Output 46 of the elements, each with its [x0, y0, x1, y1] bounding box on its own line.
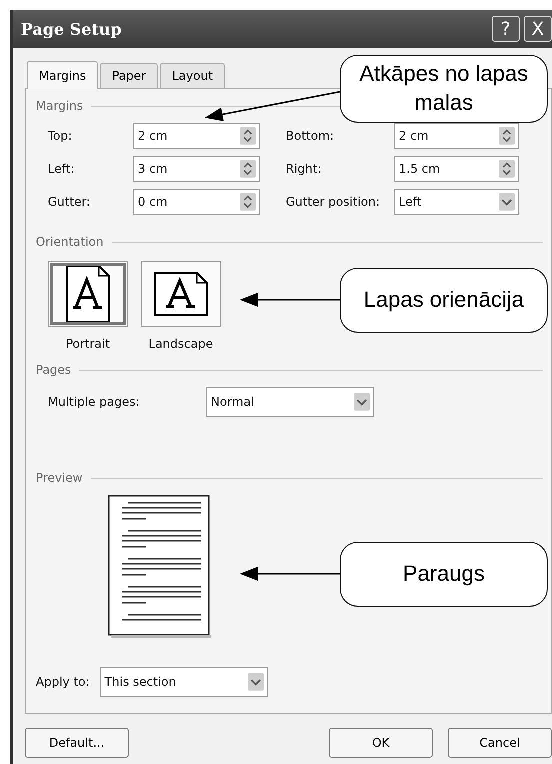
dropdown-caret-icon[interactable]: [354, 392, 370, 412]
spin-field[interactable]: 2 cm: [133, 123, 260, 149]
landscape-page-icon: [153, 271, 209, 317]
close-button[interactable]: X: [524, 16, 552, 42]
spin-field[interactable]: 2 cm: [394, 123, 519, 149]
section-heading: Pages: [36, 363, 72, 377]
spin-arrows-icon[interactable]: [240, 159, 256, 179]
dialog-button[interactable]: OK: [329, 728, 433, 758]
callout-text: Lapas orienācija: [364, 286, 524, 314]
callout-text: Paraugs: [403, 560, 485, 588]
dropdown[interactable]: This section: [100, 667, 268, 697]
section-heading: Margins: [36, 99, 84, 113]
window-title: Page Setup: [21, 20, 122, 38]
portrait-page-icon: [63, 264, 113, 324]
dropdown[interactable]: Left: [394, 189, 519, 215]
dropdown-caret-icon[interactable]: [499, 192, 515, 212]
spin-arrows-icon[interactable]: [499, 159, 515, 179]
field-label: Apply to:: [36, 675, 90, 689]
option-label: Landscape: [148, 337, 214, 351]
spin-field[interactable]: 3 cm: [133, 156, 260, 182]
section-heading: Preview: [36, 471, 83, 485]
spin-arrows-icon[interactable]: [240, 126, 256, 146]
field-label: Gutter position:: [286, 194, 382, 211]
portrait-option[interactable]: [48, 261, 128, 327]
spin-field[interactable]: 0 cm: [133, 189, 260, 215]
default-button[interactable]: Default...: [25, 728, 129, 758]
section-heading: Orientation: [36, 235, 104, 249]
field-label: Left:: [48, 161, 76, 178]
tab[interactable]: Margins: [27, 61, 98, 89]
dropdown-caret-icon[interactable]: [248, 672, 264, 692]
field-label: Multiple pages:: [48, 395, 141, 409]
option-label: Portrait: [66, 337, 110, 351]
tab[interactable]: Layout: [160, 63, 226, 88]
spin-arrows-icon[interactable]: [499, 126, 515, 146]
help-button[interactable]: ?: [492, 16, 520, 42]
spin-field[interactable]: 1.5 cm: [394, 156, 519, 182]
spin-arrows-icon[interactable]: [240, 192, 256, 212]
callout-text: Atkāpes no lapas malas: [358, 60, 530, 117]
field-label: Top:: [48, 128, 74, 145]
landscape-option[interactable]: [141, 261, 221, 327]
field-label: Bottom:: [286, 128, 336, 145]
field-label: Right:: [286, 161, 323, 178]
dropdown[interactable]: Normal: [206, 387, 374, 417]
dialog-button[interactable]: Cancel: [448, 728, 552, 758]
field-label: Gutter:: [48, 194, 92, 211]
tab[interactable]: Paper: [100, 63, 158, 88]
